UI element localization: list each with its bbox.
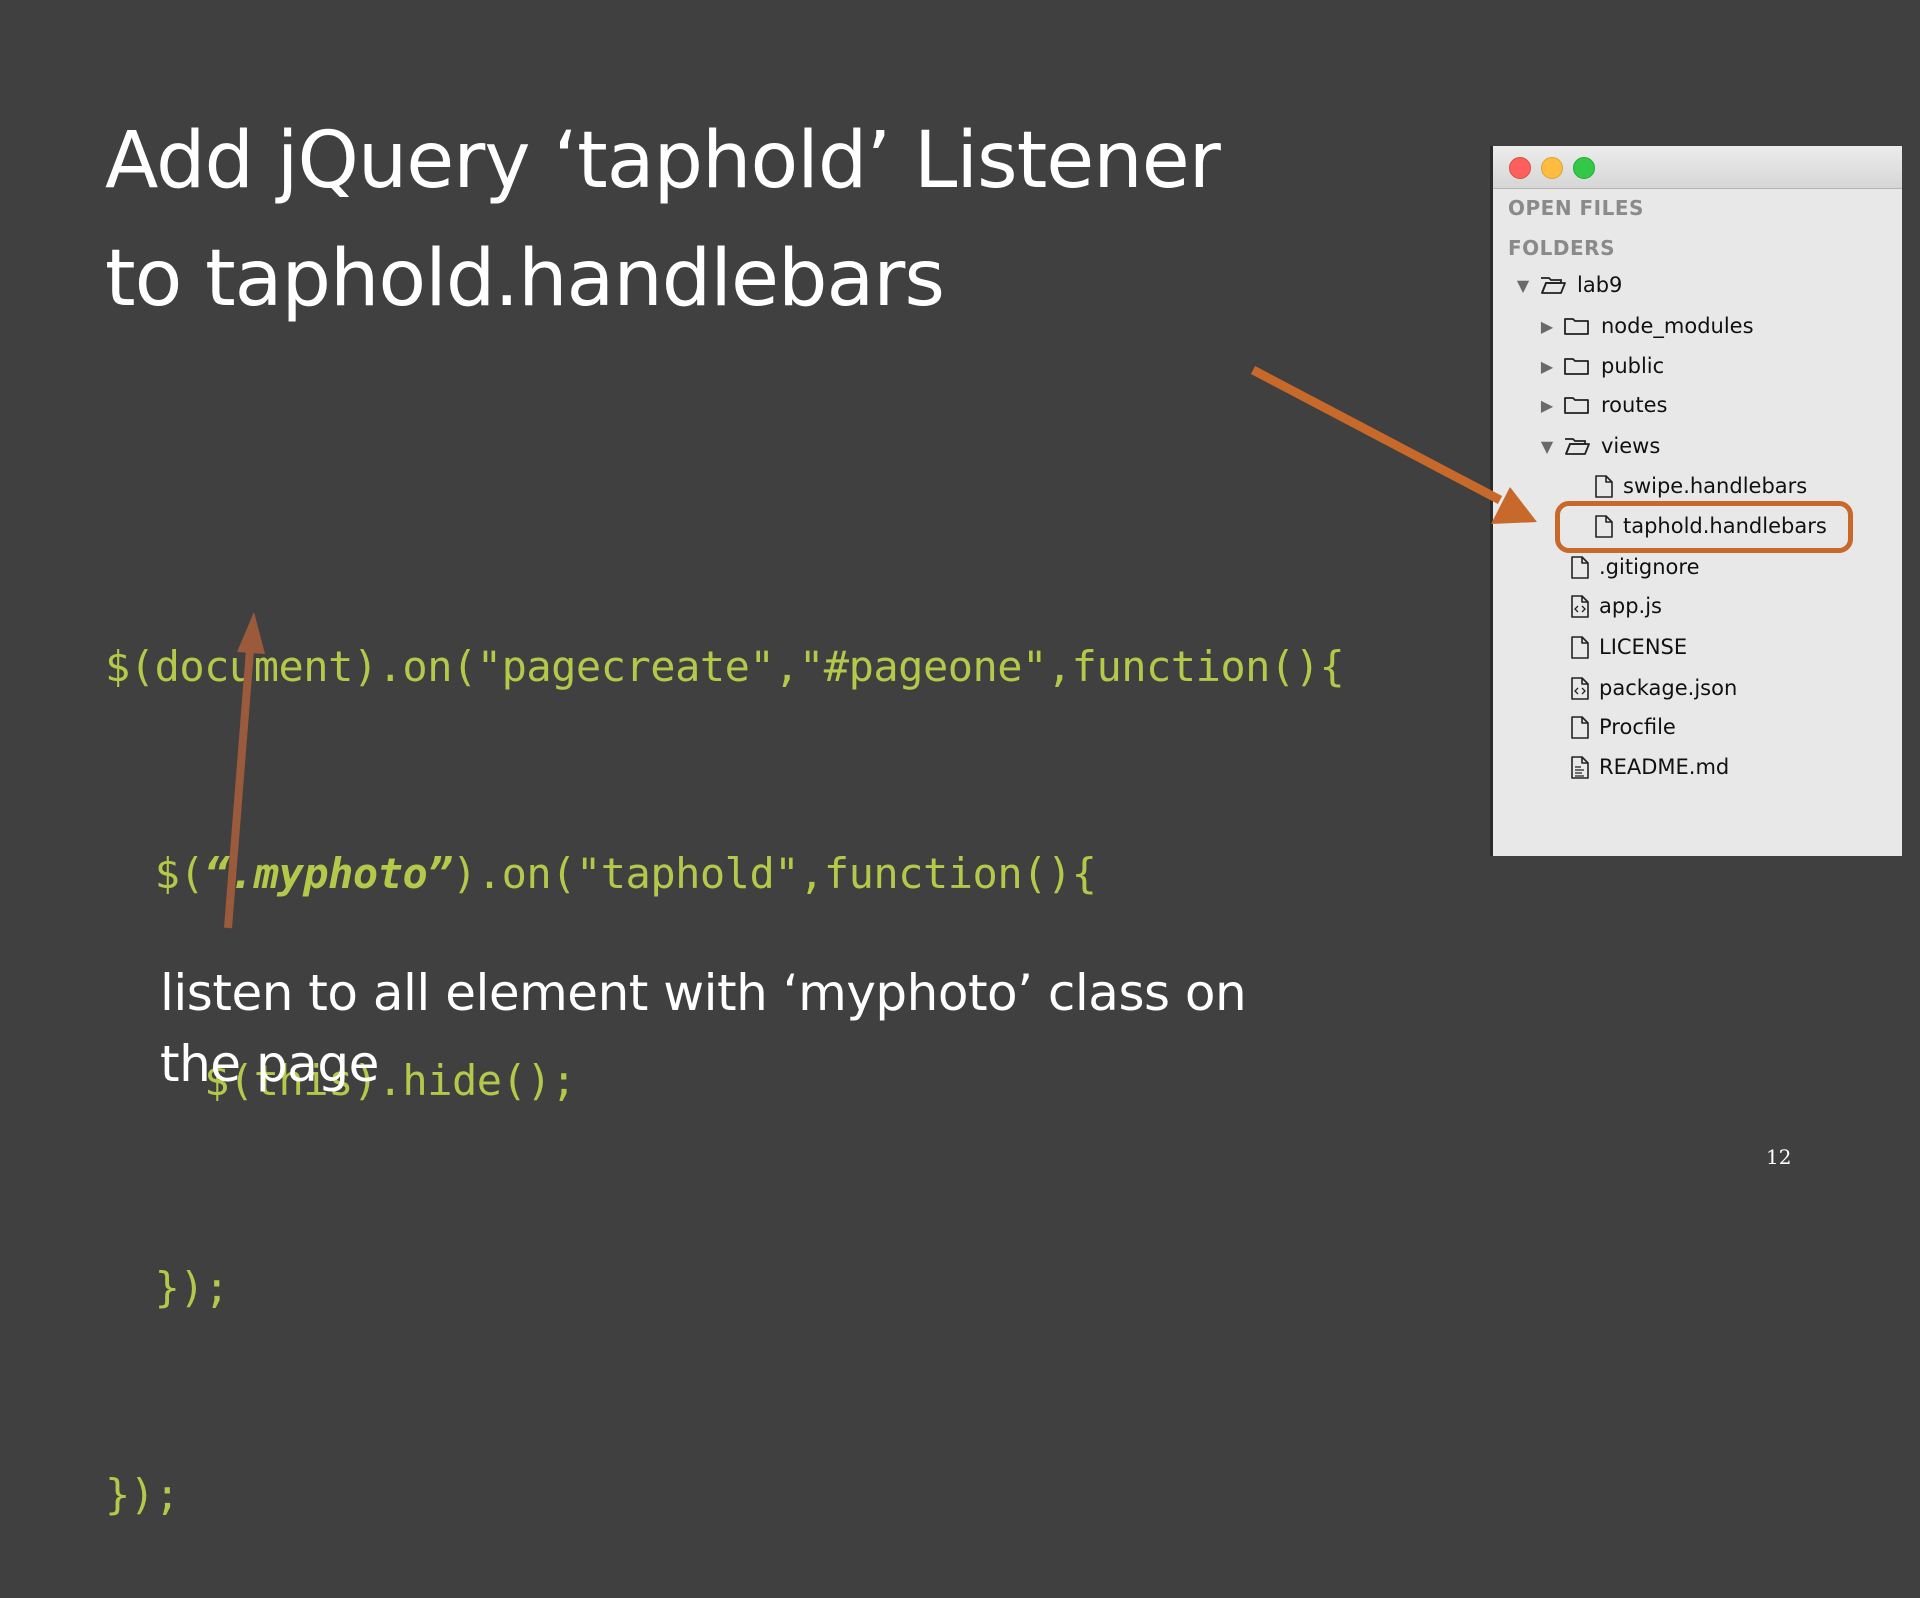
arrow-to-myphoto-selector xyxy=(224,612,265,929)
code-line-4: }); xyxy=(105,1263,230,1312)
code-line-5: }); xyxy=(105,1470,180,1519)
arrow-to-taphold-file xyxy=(1250,366,1537,524)
annotation-arrows xyxy=(224,366,1537,929)
